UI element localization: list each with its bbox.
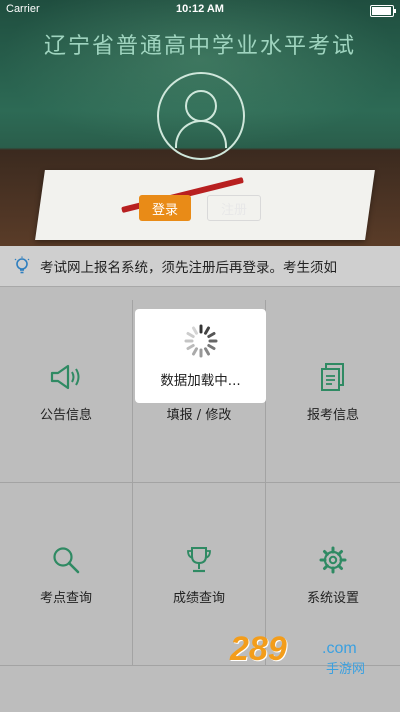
paper-illustration [35,170,375,240]
menu-item-label: 填报 / 修改 [166,407,232,423]
menu-item-announcements[interactable]: 公告信息 [0,300,133,483]
watermark-logo: 289 .com 手游网 [230,630,380,690]
status-bar: Carrier 10:12 AM [0,0,400,20]
notice-bar[interactable]: 考试网上报名系统，须先注册后再登录。考生须如 [0,246,400,287]
notice-text: 考试网上报名系统，须先注册后再登录。考生须如 [40,260,337,276]
megaphone-icon [49,360,83,394]
clock: 10:12 AM [176,3,224,15]
hero-banner: 辽宁省普通高中学业水平考试 登录 注册 [0,0,400,246]
menu-item-exam-site-query[interactable]: 考点查询 [0,483,133,666]
search-icon [51,543,81,577]
watermark-subtitle: 手游网 [326,662,366,677]
page-title: 辽宁省普通高中学业水平考试 [43,34,356,59]
lightbulb-icon [12,256,32,276]
battery-icon [370,5,396,17]
menu-item-registration-info[interactable]: 报考信息 [266,300,400,483]
loading-text: 数据加载中... [160,373,241,389]
login-button[interactable]: 登录 [139,195,191,221]
gear-icon [318,543,348,577]
watermark-domain: .com [322,640,357,657]
avatar-icon[interactable] [157,72,245,160]
loading-dialog: 数据加载中... [135,309,266,403]
register-button[interactable]: 注册 [207,195,261,221]
menu-item-label: 成绩查询 [172,590,225,606]
document-icon [318,360,348,394]
trophy-icon [184,543,214,577]
menu-item-label: 公告信息 [39,407,92,423]
watermark-number: 289 [230,630,287,668]
menu-item-label: 报考信息 [306,407,359,423]
menu-item-label: 考点查询 [39,590,92,606]
spinner-icon [183,323,219,363]
menu-item-label: 系统设置 [306,590,359,606]
